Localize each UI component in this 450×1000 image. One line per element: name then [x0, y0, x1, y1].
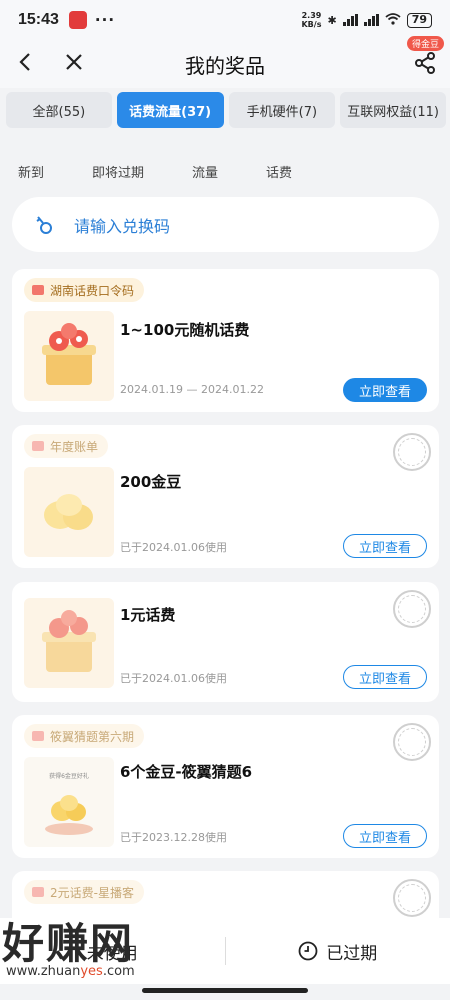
- prize-card[interactable]: 筱翼猜题第六期 获得6金豆好礼 6个金豆-筱翼猜题6 已于2023.12.28使…: [12, 715, 439, 858]
- prize-card[interactable]: 年度账单 200金豆 已于2024.01.06使用 立即查看: [12, 425, 439, 568]
- filter-expiring[interactable]: 即将过期: [92, 162, 144, 181]
- gift-icon: [32, 285, 44, 295]
- wifi-icon: [385, 12, 401, 28]
- used-stamp-icon: [393, 723, 431, 761]
- prize-used-date: 已于2023.12.28使用: [120, 831, 227, 844]
- prize-name: 1元话费: [120, 606, 176, 624]
- gift-icon: [32, 887, 44, 897]
- prize-tag: 筱翼猜题第六期: [24, 724, 145, 748]
- view-now-button[interactable]: 立即查看: [343, 534, 427, 558]
- prize-tag: 湖南话费口令码: [24, 278, 145, 302]
- page-title: 我的奖品: [185, 54, 265, 78]
- view-now-button[interactable]: 立即查看: [343, 665, 427, 689]
- prize-tag: 年度账单: [24, 434, 109, 458]
- view-now-button[interactable]: 立即查看: [343, 378, 427, 402]
- used-stamp-icon: [393, 590, 431, 628]
- clock-icon: [298, 941, 318, 961]
- status-time: 15:43: [18, 11, 59, 28]
- prize-image-caption: 获得6金豆好礼: [49, 773, 89, 780]
- prize-card[interactable]: 湖南话费口令码 1~100元随机话费 2024.01.19 — 2024.01.…: [12, 269, 439, 412]
- prize-used-date: 已于2024.01.06使用: [120, 672, 227, 685]
- filter-bill[interactable]: 话费: [266, 162, 292, 181]
- redeem-code-input[interactable]: 请输入兑换码: [12, 197, 439, 252]
- redeem-code-placeholder: 请输入兑换码: [74, 216, 171, 236]
- header: 我的奖品 得金豆: [0, 36, 450, 88]
- prize-validity: 2024.01.19 — 2024.01.22: [120, 383, 264, 396]
- tab-phone-bill-data[interactable]: 话费流量(37): [116, 92, 224, 128]
- watermark-logo: 好赚网: [2, 920, 135, 967]
- bluetooth-icon: ✱: [327, 13, 337, 27]
- app-notification-icon: [68, 11, 87, 29]
- filter-data[interactable]: 流量: [192, 162, 218, 181]
- network-speed: 2.39 KB/s: [301, 11, 322, 29]
- prize-card[interactable]: 1元话费 已于2024.01.06使用 立即查看: [12, 582, 439, 702]
- prize-name: 6个金豆-筱翼猜题6: [120, 763, 253, 781]
- category-tabs: 全部(55) 话费流量(37) 手机硬件(7) 互联网权益(11): [6, 92, 446, 128]
- expired-label: 已过期: [326, 943, 378, 964]
- tab-all[interactable]: 全部(55): [6, 92, 112, 128]
- status-bar: 15:43 ··· 2.39 KB/s ✱ 79: [0, 0, 450, 40]
- tab-internet-benefits[interactable]: 互联网权益(11): [340, 92, 446, 128]
- prize-name: 200金豆: [120, 473, 182, 491]
- prize-image: 获得6金豆好礼: [24, 757, 114, 847]
- signal-icon: [342, 14, 358, 26]
- used-stamp-icon: [393, 879, 431, 917]
- prize-image: [24, 467, 114, 557]
- gift-icon: [32, 731, 44, 741]
- signal-icon-2: [363, 14, 379, 26]
- gift-icon: [32, 441, 44, 451]
- battery-icon: 79: [406, 12, 432, 28]
- used-stamp-icon: [393, 433, 431, 471]
- prize-tag: 2元话费-星播客: [24, 880, 144, 904]
- filter-tabs: 新到 即将过期 流量 话费: [0, 148, 450, 194]
- share-badge: 得金豆: [406, 36, 444, 51]
- home-indicator[interactable]: [142, 988, 308, 993]
- key-icon: [36, 215, 52, 234]
- prize-image: [24, 311, 114, 401]
- share-icon[interactable]: [412, 50, 438, 76]
- prize-image: [24, 598, 114, 688]
- tab-expired[interactable]: 已过期: [226, 939, 450, 964]
- tab-hardware[interactable]: 手机硬件(7): [228, 92, 336, 128]
- filter-new[interactable]: 新到: [18, 162, 44, 181]
- prize-used-date: 已于2024.01.06使用: [120, 541, 227, 554]
- more-notifications-icon: ···: [94, 11, 116, 29]
- view-now-button[interactable]: 立即查看: [343, 824, 427, 848]
- watermark-url: www.zhuanyes.com: [6, 964, 135, 979]
- prize-name: 1~100元随机话费: [120, 321, 250, 339]
